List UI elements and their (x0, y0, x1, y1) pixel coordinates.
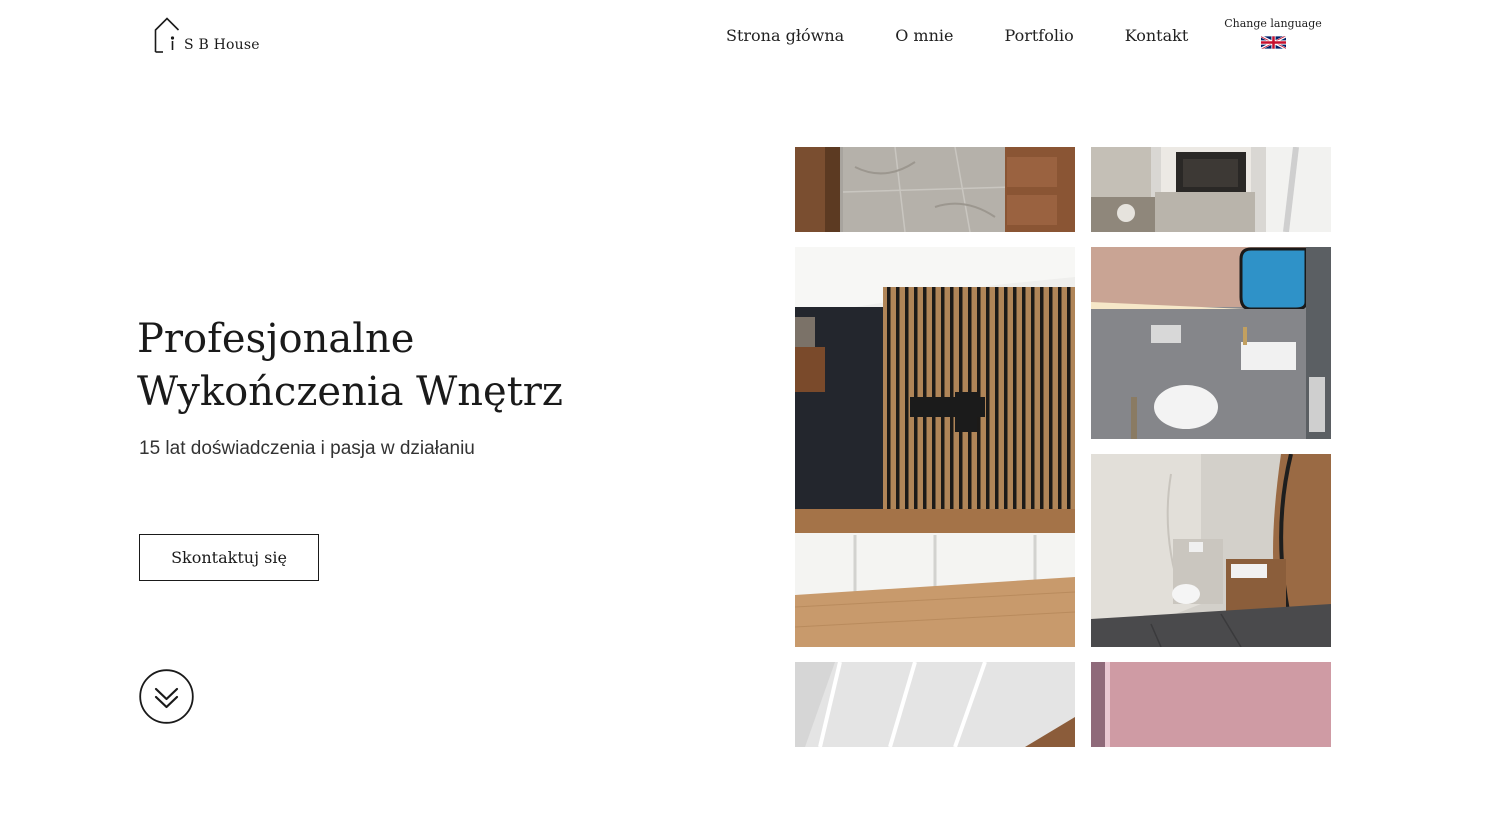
bathroom-wood-vanity-photo (1091, 454, 1331, 647)
hallway-floor-photo (795, 147, 1075, 232)
uk-flag-icon[interactable] (1260, 36, 1286, 49)
fireplace-photo (1091, 147, 1331, 232)
bathroom-backlit-mirror-photo (1091, 247, 1331, 439)
nav-contact[interactable]: Kontakt (1125, 26, 1189, 45)
hero-title-line2: Wykończenia Wnętrz (137, 369, 563, 415)
hero-subtitle: 15 lat doświadczenia i pasja w działaniu (139, 438, 475, 459)
language-label: Change language (1224, 17, 1322, 30)
double-chevron-down-icon[interactable] (139, 669, 194, 724)
hero-title-line1: Profesjonalne (137, 316, 415, 362)
logo-text: S B House (184, 37, 260, 53)
language-switcher[interactable]: Change language (1224, 17, 1322, 49)
contact-button[interactable]: Skontaktuj się (139, 534, 319, 581)
house-logo-icon (154, 17, 180, 53)
logo[interactable]: S B House (154, 17, 260, 53)
nav-portfolio[interactable]: Portfolio (1004, 26, 1073, 45)
nav-about[interactable]: O mnie (895, 26, 953, 45)
led-ceiling-photo (795, 662, 1075, 747)
hero-title: Profesjonalne Wykończenia Wnętrz (137, 313, 563, 419)
main-nav: Strona główna O mnie Portfolio Kontakt (726, 26, 1188, 45)
slat-wall-tv-photo (795, 247, 1075, 647)
pink-ceiling-photo (1091, 662, 1331, 747)
nav-home[interactable]: Strona główna (726, 26, 844, 45)
